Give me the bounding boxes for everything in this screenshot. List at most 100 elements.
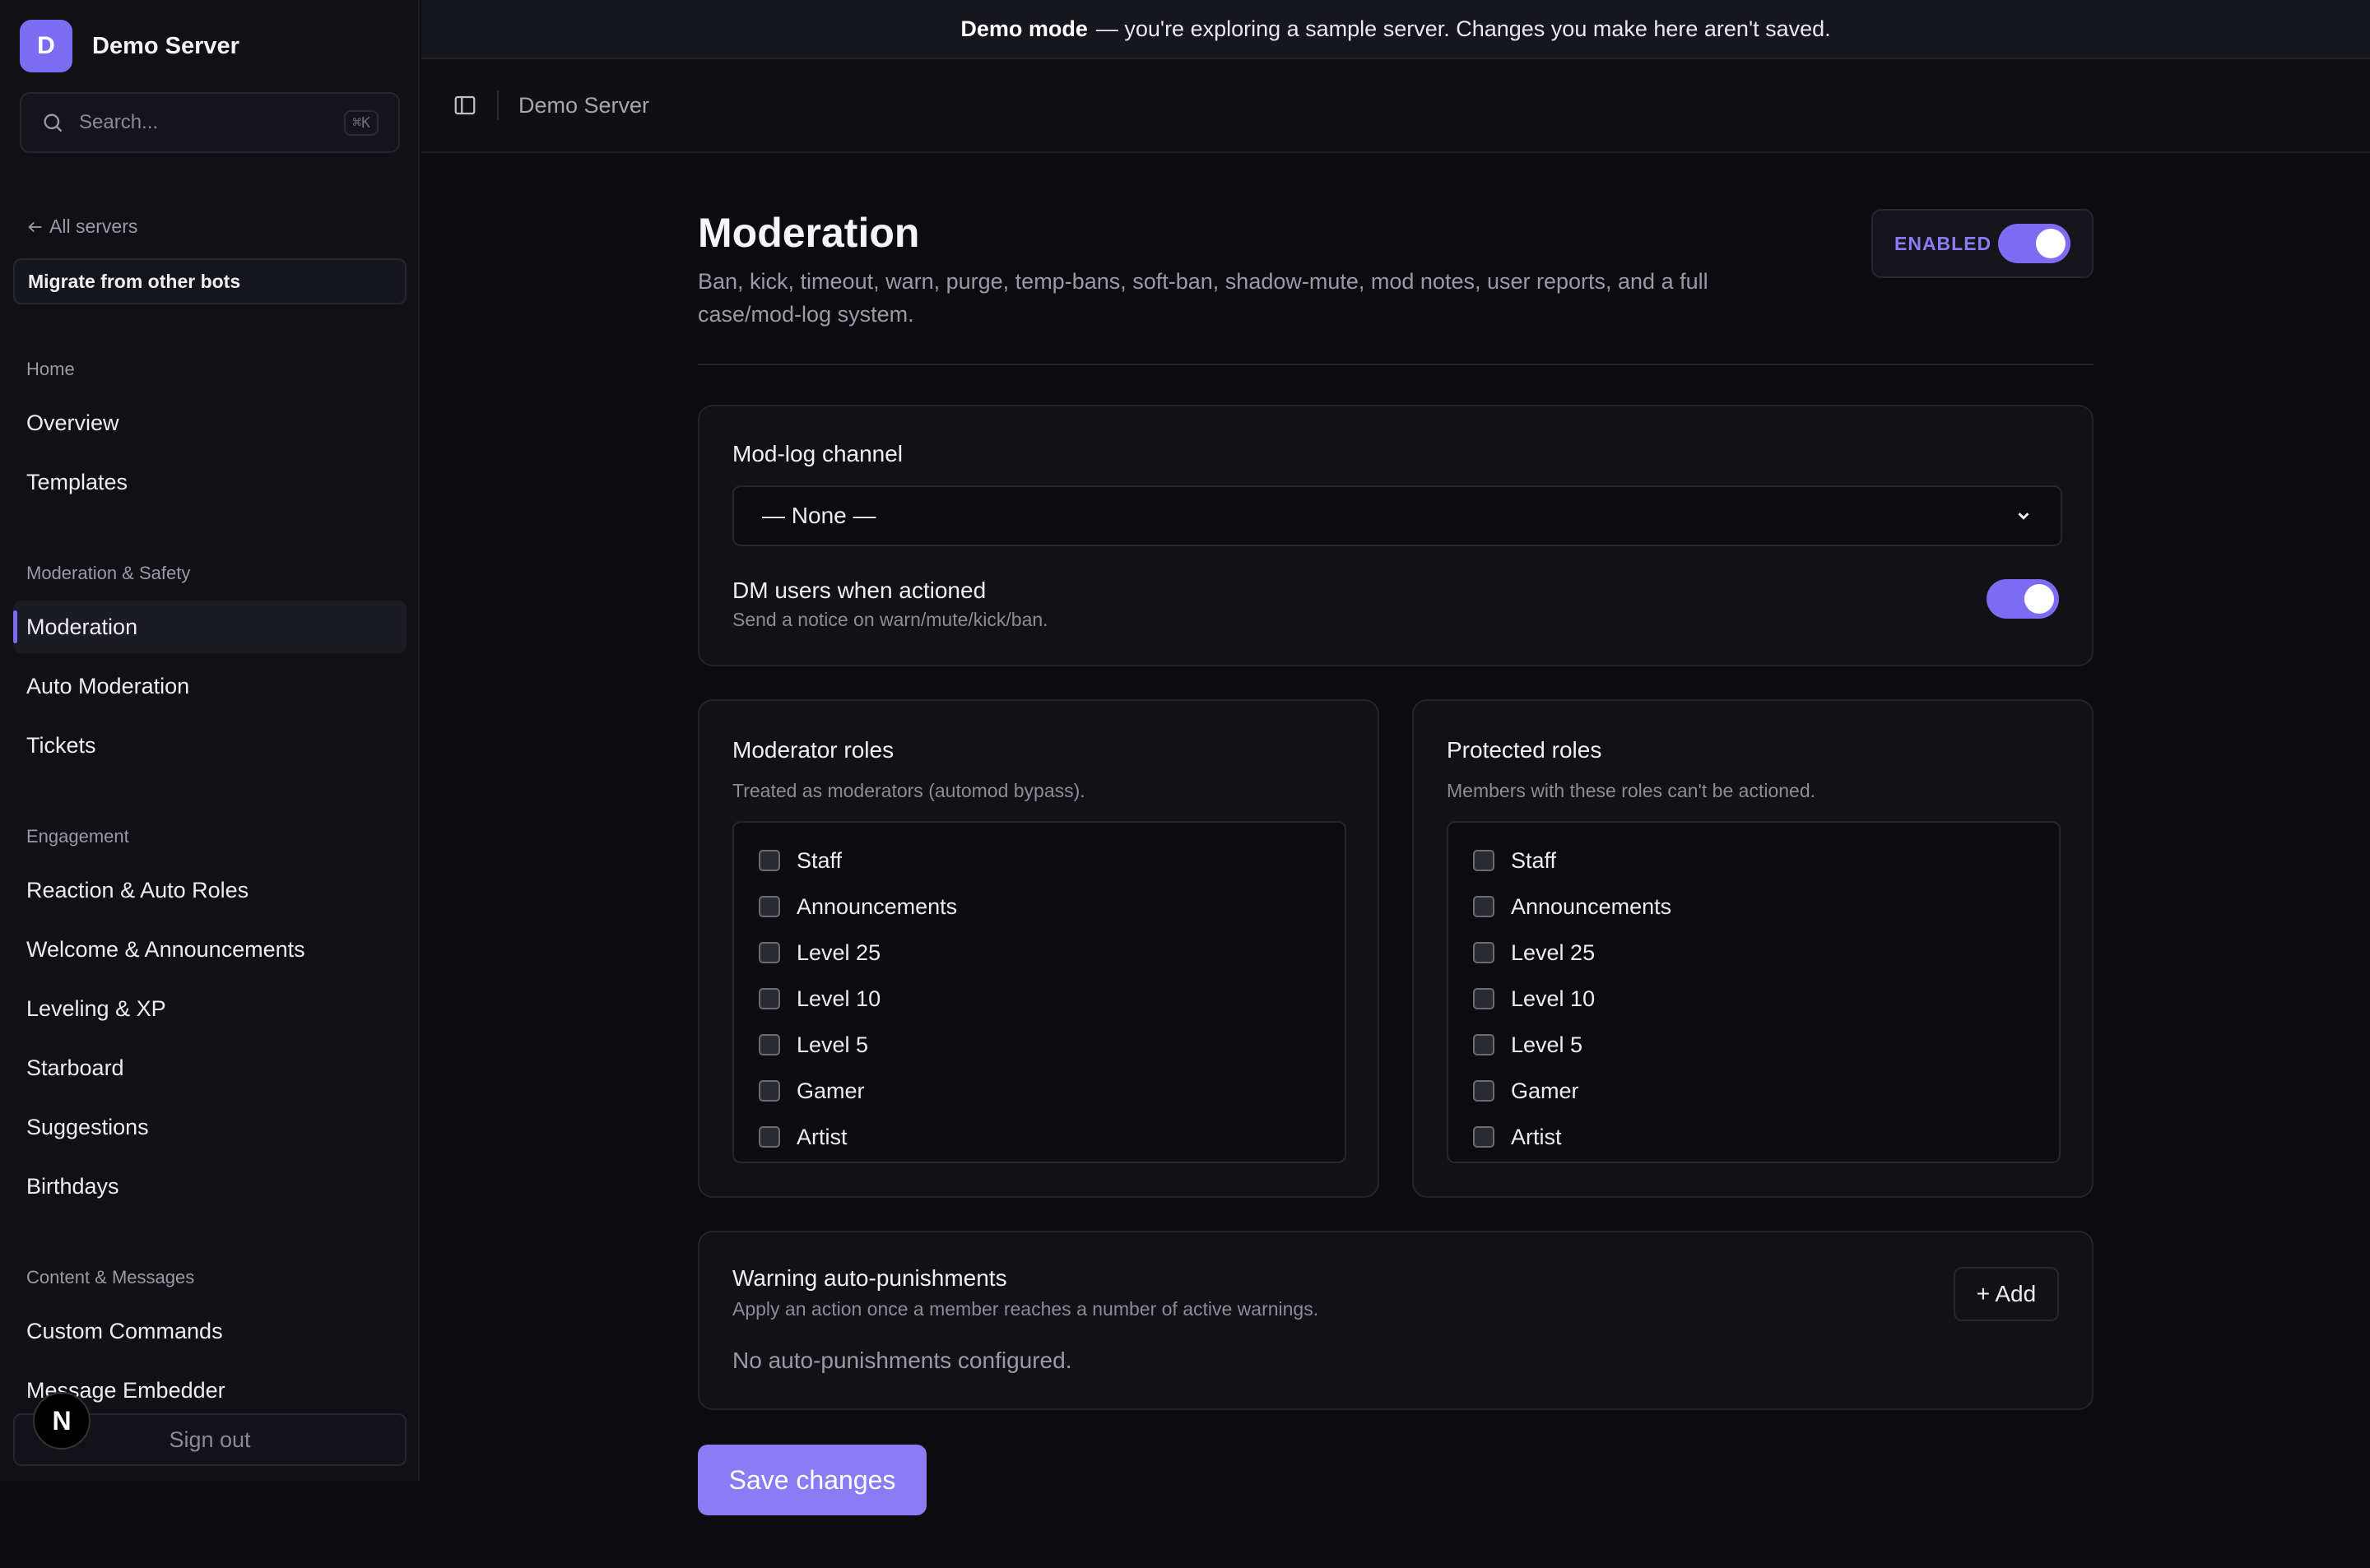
- dm-users-sub: Send a notice on warn/mute/kick/ban.: [732, 609, 1048, 630]
- moderator-roles-card: Moderator roles Treated as moderators (a…: [698, 699, 1379, 1198]
- auto-punishments-card: Warning auto-punishments Apply an action…: [698, 1231, 2094, 1410]
- sidebar-item-starboard[interactable]: Starboard: [13, 1041, 407, 1094]
- dm-users-toggle[interactable]: [1987, 579, 2059, 619]
- dm-users-title: DM users when actioned: [732, 578, 987, 603]
- modlog-selected-value: — None —: [762, 503, 876, 528]
- role-checkbox[interactable]: [759, 850, 780, 871]
- role-checkbox[interactable]: [1473, 988, 1494, 1009]
- all-servers-label: All servers: [49, 216, 138, 237]
- nav-group-moderation: Moderation & Safety: [26, 563, 191, 583]
- role-checkbox[interactable]: [759, 1126, 780, 1148]
- auto-punishments-empty: No auto-punishments configured.: [732, 1348, 1072, 1373]
- topbar: Demo Server: [421, 59, 2370, 153]
- module-enabled-control: ENABLED: [1871, 209, 2094, 278]
- role-checkbox[interactable]: [759, 942, 780, 963]
- server-name: Demo Server: [92, 32, 239, 59]
- demo-mode-text: — you're exploring a sample server. Chan…: [1095, 16, 1831, 41]
- modlog-channel-select[interactable]: — None —: [732, 485, 2062, 546]
- role-checkbox[interactable]: [759, 1080, 780, 1102]
- role-checkbox[interactable]: [759, 1034, 780, 1055]
- sidebar-item-moderation[interactable]: Moderation: [13, 601, 407, 653]
- all-servers-link[interactable]: All servers: [26, 216, 137, 238]
- role-option[interactable]: Level 10: [1448, 976, 2059, 1022]
- role-option[interactable]: Level 5: [734, 1022, 1345, 1068]
- moderator-roles-title: Moderator roles: [732, 737, 895, 763]
- protected-roles-card: Protected roles Members with these roles…: [1412, 699, 2094, 1198]
- role-label: Level 25: [797, 939, 881, 965]
- role-label: Staff: [797, 847, 843, 873]
- moderator-roles-sub: Treated as moderators (automod bypass).: [732, 780, 1085, 801]
- server-header[interactable]: D Demo Server: [20, 20, 239, 72]
- search-icon: [44, 114, 63, 132]
- role-checkbox[interactable]: [759, 988, 780, 1009]
- role-checkbox[interactable]: [1473, 942, 1494, 963]
- role-label: Level 5: [1511, 1032, 1583, 1057]
- n-avatar-badge[interactable]: N: [33, 1392, 91, 1450]
- role-option[interactable]: Gamer: [1448, 1068, 2059, 1114]
- page-title: Moderation: [698, 210, 920, 256]
- protected-roles-sub: Members with these roles can't be action…: [1447, 780, 1816, 801]
- demo-mode-banner: Demo mode — you're exploring a sample se…: [421, 0, 2370, 59]
- auto-punishments-sub: Apply an action once a member reaches a …: [732, 1298, 1319, 1320]
- role-label: Artist: [797, 1124, 848, 1149]
- role-option[interactable]: Staff: [1448, 837, 2059, 884]
- role-checkbox[interactable]: [1473, 1126, 1494, 1148]
- role-label: Gamer: [1511, 1078, 1579, 1103]
- sidebar-item-leveling[interactable]: Leveling & XP: [13, 982, 407, 1035]
- nav-group-home: Home: [26, 359, 75, 379]
- sidebar-item-custom-commands[interactable]: Custom Commands: [13, 1305, 407, 1357]
- breadcrumb: Demo Server: [518, 92, 650, 118]
- role-option[interactable]: Artist: [1448, 1114, 2059, 1160]
- role-option[interactable]: Artist: [734, 1114, 1345, 1160]
- sidebar-toggle-icon[interactable]: [453, 93, 477, 118]
- save-changes-button[interactable]: Save changes: [698, 1445, 927, 1515]
- chevron-down-icon: [2018, 513, 2029, 520]
- topbar-separator: [497, 90, 499, 120]
- sidebar-item-birthdays[interactable]: Birthdays: [13, 1160, 407, 1213]
- moderator-roles-list: Staff Announcements Level 25 Level 10 Le…: [732, 821, 1346, 1163]
- sidebar-item-overview[interactable]: Overview: [13, 397, 407, 449]
- auto-punishments-title: Warning auto-punishments: [732, 1265, 1007, 1291]
- role-option[interactable]: Level 10: [734, 976, 1345, 1022]
- role-checkbox[interactable]: [1473, 850, 1494, 871]
- module-enabled-toggle[interactable]: [1998, 224, 2070, 263]
- role-checkbox[interactable]: [1473, 1080, 1494, 1102]
- sidebar-item-suggestions[interactable]: Suggestions: [13, 1101, 407, 1153]
- modlog-card: Mod-log channel — None — DM users when a…: [698, 405, 2094, 666]
- search-shortcut: ⌘K: [344, 109, 379, 136]
- role-label: Announcements: [797, 893, 958, 919]
- page-description: Ban, kick, timeout, warn, purge, temp-ba…: [698, 269, 1708, 327]
- role-option[interactable]: Announcements: [734, 884, 1345, 930]
- role-label: Level 10: [1511, 986, 1596, 1011]
- header-divider: [698, 364, 2094, 365]
- sidebar: D Demo Server Search... ⌘K All servers M…: [0, 0, 420, 1481]
- enabled-label: ENABLED: [1894, 232, 1992, 254]
- role-checkbox[interactable]: [1473, 896, 1494, 917]
- role-label: Level 25: [1511, 939, 1596, 965]
- role-option[interactable]: Level 25: [1448, 930, 2059, 976]
- role-checkbox[interactable]: [1473, 1034, 1494, 1055]
- role-label: Gamer: [797, 1078, 865, 1103]
- role-option[interactable]: Announcements: [1448, 884, 2059, 930]
- protected-roles-list: Staff Announcements Level 25 Level 10 Le…: [1447, 821, 2061, 1163]
- demo-mode-label: Demo mode: [960, 16, 1088, 41]
- protected-roles-title: Protected roles: [1447, 737, 1602, 763]
- migrate-button[interactable]: Migrate from other bots: [13, 258, 407, 304]
- sidebar-item-tickets[interactable]: Tickets: [13, 719, 407, 772]
- role-option[interactable]: Staff: [734, 837, 1345, 884]
- sidebar-item-welcome[interactable]: Welcome & Announcements: [13, 923, 407, 976]
- sidebar-item-templates[interactable]: Templates: [13, 456, 407, 508]
- role-checkbox[interactable]: [759, 896, 780, 917]
- add-punishment-button[interactable]: + Add: [1954, 1267, 2059, 1321]
- search-placeholder: Search...: [79, 111, 159, 133]
- nav-group-engagement: Engagement: [26, 826, 129, 847]
- role-option[interactable]: Gamer: [734, 1068, 1345, 1114]
- search-input[interactable]: Search... ⌘K: [20, 92, 400, 153]
- nav-group-content: Content & Messages: [26, 1267, 195, 1287]
- role-option[interactable]: Level 5: [1448, 1022, 2059, 1068]
- role-option[interactable]: Level 25: [734, 930, 1345, 976]
- sidebar-item-reaction-roles[interactable]: Reaction & Auto Roles: [13, 864, 407, 916]
- role-label: Staff: [1511, 847, 1557, 873]
- sidebar-item-auto-moderation[interactable]: Auto Moderation: [13, 660, 407, 712]
- role-label: Announcements: [1511, 893, 1672, 919]
